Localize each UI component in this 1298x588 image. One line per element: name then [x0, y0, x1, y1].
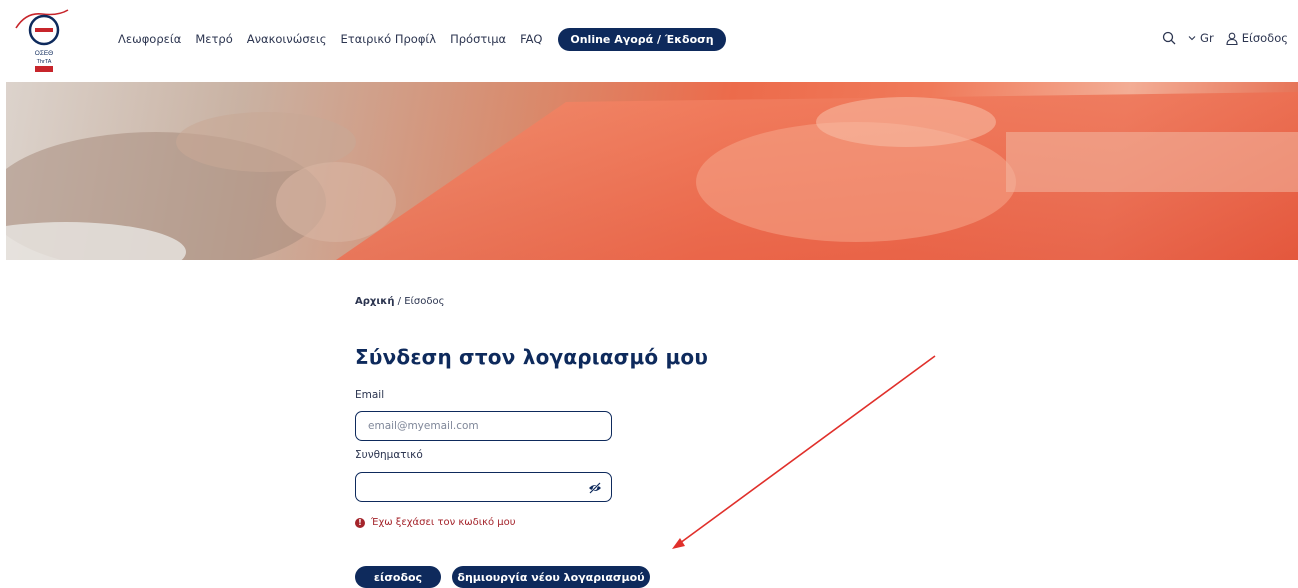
nav-buses[interactable]: Λεωφορεία — [118, 32, 181, 46]
login-section: Αρχική / Είσοδος Σύνδεση στον λογαριασμό… — [355, 296, 955, 528]
eye-off-icon[interactable] — [588, 481, 602, 495]
login-label: Είσοδος — [1241, 31, 1288, 45]
forgot-password-link[interactable]: ! Έχω ξεχάσει τον κωδικό μου — [355, 517, 955, 528]
email-field[interactable] — [356, 412, 611, 440]
login-link[interactable]: Είσοδος — [1226, 31, 1288, 45]
forgot-password-label: Έχω ξεχάσει τον κωδικό μου — [371, 517, 516, 528]
user-icon — [1226, 32, 1238, 45]
online-purchase-button[interactable]: Online Αγορά / Έκδοση — [558, 27, 726, 51]
breadcrumb: Αρχική / Είσοδος — [355, 296, 955, 307]
breadcrumb-home[interactable]: Αρχική — [355, 296, 394, 307]
language-selector[interactable]: Gr — [1188, 31, 1214, 45]
nav-metro[interactable]: Μετρό — [195, 32, 232, 46]
svg-text:ΟΣΕΘ: ΟΣΕΘ — [35, 50, 53, 57]
nav-faq[interactable]: FAQ — [520, 32, 542, 46]
breadcrumb-current: Είσοδος — [404, 296, 445, 307]
chevron-down-icon — [1188, 36, 1196, 41]
logo-icon: ΟΣΕΘ ThrTA — [15, 9, 69, 72]
site-header: ΟΣΕΘ ThrTA Λεωφορεία Μετρό Ανακοινώσεις … — [0, 0, 1298, 82]
svg-text:ThrTA: ThrTA — [37, 59, 52, 65]
info-icon: ! — [355, 517, 365, 528]
email-field-wrapper — [355, 411, 612, 441]
language-label: Gr — [1200, 31, 1214, 45]
hero-hands-illustration — [6, 92, 1298, 260]
login-button[interactable]: είσοδος — [355, 566, 441, 588]
password-label: Συνθηματικό — [355, 449, 423, 461]
hero-banner-image — [6, 82, 1298, 260]
search-button[interactable] — [1162, 31, 1176, 45]
search-icon — [1162, 31, 1176, 45]
password-field[interactable] — [356, 473, 611, 501]
site-logo[interactable]: ΟΣΕΘ ThrTA — [14, 8, 72, 72]
header-tools: Gr Είσοδος — [1162, 31, 1288, 45]
page-title: Σύνδεση στον λογαριασμό μου — [355, 345, 709, 369]
breadcrumb-separator: / — [397, 296, 402, 307]
create-account-button[interactable]: δημιουργία νέου λογαριασμού — [452, 566, 650, 588]
main-nav: Λεωφορεία Μετρό Ανακοινώσεις Εταιρικό Πρ… — [118, 27, 726, 51]
nav-announcements[interactable]: Ανακοινώσεις — [247, 32, 327, 46]
nav-company-profile[interactable]: Εταιρικό Προφίλ — [341, 32, 437, 46]
email-label: Email — [355, 389, 385, 401]
nav-fines[interactable]: Πρόστιμα — [450, 32, 506, 46]
password-field-wrapper — [355, 472, 612, 502]
